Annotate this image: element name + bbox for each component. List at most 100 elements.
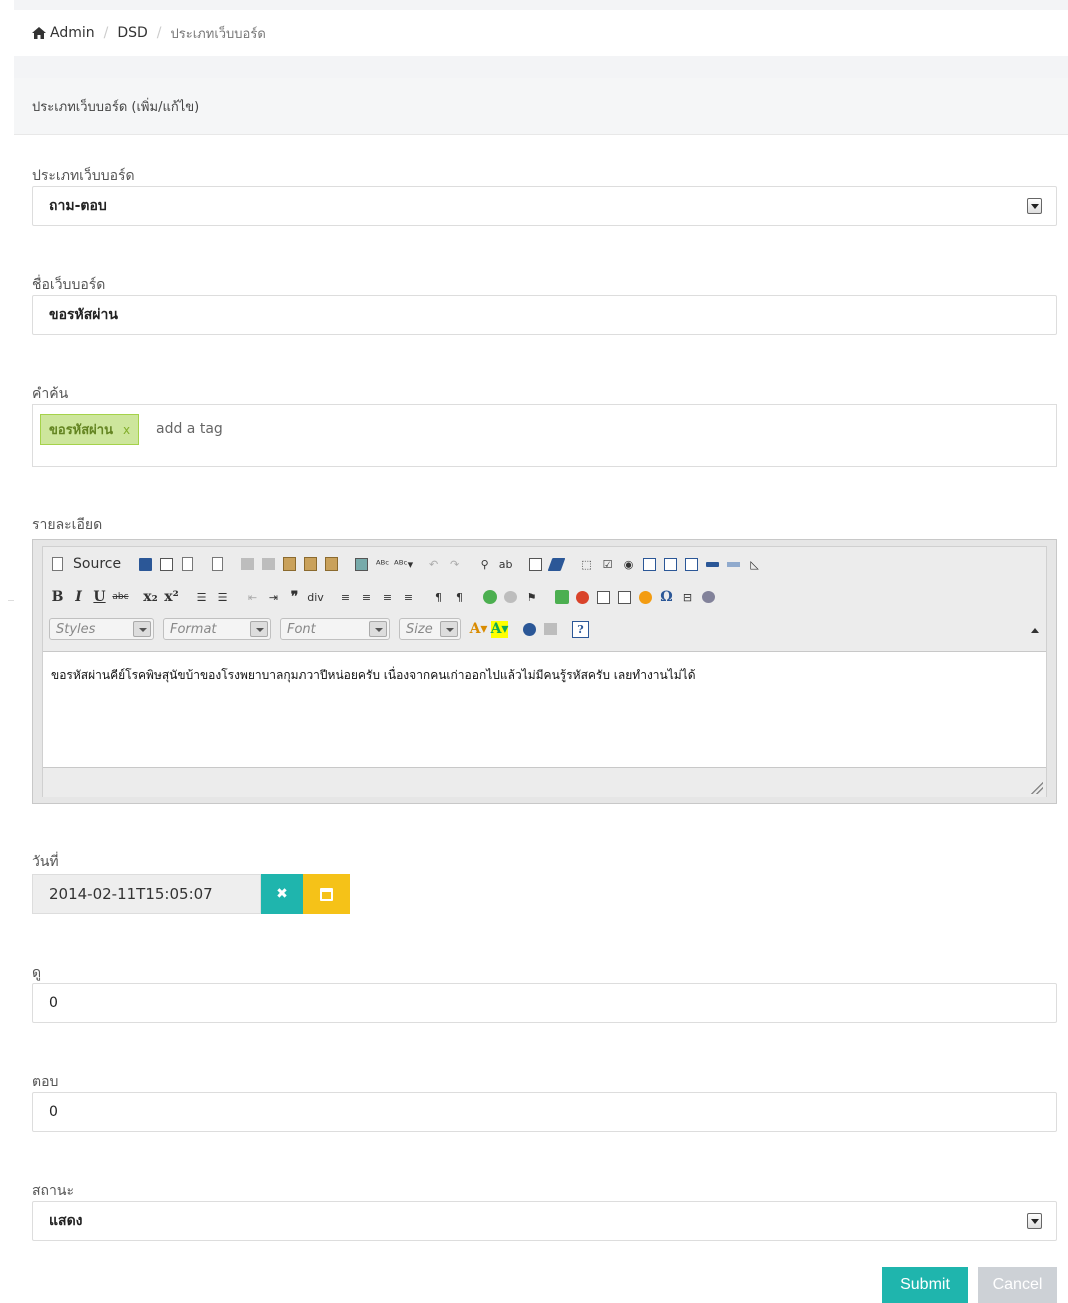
- strikethrough-icon[interactable]: abc: [112, 589, 129, 606]
- select-all-icon[interactable]: [527, 556, 544, 573]
- maximize-icon[interactable]: [521, 621, 538, 638]
- breadcrumb-separator: /: [103, 25, 109, 41]
- ltr-icon[interactable]: ¶: [430, 589, 447, 606]
- date-input[interactable]: 2014-02-11T15:05:07: [32, 874, 261, 914]
- calendar-button[interactable]: [303, 874, 350, 914]
- paste-text-icon[interactable]: [302, 556, 319, 573]
- select-field-icon[interactable]: [683, 556, 700, 573]
- horizontal-rule-icon[interactable]: [616, 589, 633, 606]
- detail-label: รายละเอียด: [32, 517, 103, 533]
- image-button-icon[interactable]: [725, 556, 742, 573]
- image-icon[interactable]: [553, 589, 570, 606]
- scayt-icon[interactable]: ᴬᴮᶜ▾: [394, 556, 413, 573]
- flash-icon[interactable]: [574, 589, 591, 606]
- replies-input[interactable]: 0: [32, 1092, 1057, 1132]
- status-select[interactable]: แสดง: [32, 1201, 1057, 1241]
- iframe-icon[interactable]: [700, 589, 717, 606]
- source-button[interactable]: Source: [70, 556, 124, 573]
- preview-icon[interactable]: [179, 556, 196, 573]
- templates-icon[interactable]: [209, 556, 226, 573]
- subscript-icon[interactable]: x₂: [142, 589, 159, 606]
- views-label: ดู: [32, 965, 42, 981]
- div-icon[interactable]: div: [307, 589, 324, 606]
- outdent-icon[interactable]: ⇤: [244, 589, 261, 606]
- editor-content[interactable]: ขอรหัสผ่านคีย์โรคพิษสุนัขบ้าของโรงพยาบาล…: [43, 651, 1046, 768]
- source-icon[interactable]: [49, 556, 66, 573]
- keywords-tag-input[interactable]: ขอรหัสผ่าน x add a tag: [32, 404, 1057, 467]
- print-icon[interactable]: [353, 556, 370, 573]
- breadcrumb-dsd[interactable]: DSD: [117, 25, 147, 41]
- link-icon[interactable]: [481, 589, 498, 606]
- unlink-icon[interactable]: [502, 589, 519, 606]
- help-icon[interactable]: ?: [572, 620, 589, 638]
- table-icon[interactable]: [595, 589, 612, 606]
- text-color-icon[interactable]: A▾: [470, 621, 488, 638]
- breadcrumb-admin[interactable]: Admin: [50, 25, 95, 41]
- cancel-button[interactable]: Cancel: [978, 1267, 1057, 1303]
- find-icon[interactable]: ⚲: [476, 556, 493, 573]
- rtl-icon[interactable]: ¶: [451, 589, 468, 606]
- styles-combo-label: Styles: [56, 621, 96, 637]
- smiley-icon[interactable]: [637, 589, 654, 606]
- add-tag-placeholder[interactable]: add a tag: [156, 421, 223, 437]
- bold-icon[interactable]: B: [49, 589, 66, 606]
- views-input[interactable]: 0: [32, 983, 1057, 1023]
- size-combo[interactable]: Size: [399, 618, 461, 640]
- indent-icon[interactable]: ⇥: [265, 589, 282, 606]
- align-left-icon[interactable]: ≡: [337, 589, 354, 606]
- board-name-input[interactable]: ขอรหัสผ่าน: [32, 295, 1057, 335]
- submit-button[interactable]: Submit: [882, 1267, 968, 1303]
- textfield-icon[interactable]: [641, 556, 658, 573]
- redo-icon[interactable]: ↷: [446, 556, 463, 573]
- font-combo-label: Font: [287, 621, 316, 637]
- bulleted-list-icon[interactable]: ☰: [214, 589, 231, 606]
- bg-color-icon[interactable]: A▾: [491, 620, 508, 638]
- superscript-icon[interactable]: x²: [163, 589, 180, 606]
- new-page-icon[interactable]: [158, 556, 175, 573]
- page-break-icon[interactable]: ⊟: [679, 589, 696, 606]
- blockquote-icon[interactable]: ❞: [286, 589, 303, 606]
- clear-date-button[interactable]: ✖: [261, 874, 303, 914]
- board-name-value: ขอรหัสผ่าน: [49, 307, 118, 323]
- styles-combo[interactable]: Styles: [49, 618, 154, 640]
- toolbar-row-1: Source ᴬᴮᶜ ᴬᴮᶜ▾ ↶ ↷ ⚲ ab ⬚ ☑ ◉ ◺: [49, 552, 773, 576]
- font-combo[interactable]: Font: [280, 618, 390, 640]
- board-name-label: ชื่อเว็บบอร์ด: [32, 277, 106, 293]
- chevron-down-icon[interactable]: [1027, 198, 1042, 214]
- paste-icon[interactable]: [281, 556, 298, 573]
- italic-icon[interactable]: I: [70, 589, 87, 606]
- keyword-tag-text: ขอรหัสผ่าน: [49, 423, 113, 438]
- breadcrumb-separator: /: [156, 25, 162, 41]
- paste-word-icon[interactable]: [323, 556, 340, 573]
- align-right-icon[interactable]: ≡: [379, 589, 396, 606]
- copy-icon[interactable]: [260, 556, 277, 573]
- button-field-icon[interactable]: [704, 556, 721, 573]
- spellcheck-icon[interactable]: ᴬᴮᶜ: [374, 556, 391, 573]
- form-panel: ประเภทเว็บบอร์ด (เพิ่ม/แก้ไข) ประเภทเว็บ…: [14, 78, 1068, 1303]
- remove-format-icon[interactable]: [547, 556, 566, 573]
- anchor-icon[interactable]: ⚑: [523, 589, 540, 606]
- undo-icon[interactable]: ↶: [425, 556, 442, 573]
- replace-icon[interactable]: ab: [497, 556, 514, 573]
- align-center-icon[interactable]: ≡: [358, 589, 375, 606]
- justify-icon[interactable]: ≡: [400, 589, 417, 606]
- format-combo[interactable]: Format: [163, 618, 271, 640]
- numbered-list-icon[interactable]: ☰: [193, 589, 210, 606]
- checkbox-icon[interactable]: ☑: [599, 556, 616, 573]
- radio-icon[interactable]: ◉: [620, 556, 637, 573]
- show-blocks-icon[interactable]: [542, 621, 559, 638]
- toolbar-row-3: Styles Format Font Size A▾ A▾ ?: [49, 617, 599, 641]
- toolbar-collapse-icon[interactable]: [1030, 625, 1040, 635]
- underline-icon[interactable]: U: [91, 589, 108, 606]
- board-type-select[interactable]: ถาม-ตอบ: [32, 186, 1057, 226]
- special-char-icon[interactable]: Ω: [658, 589, 675, 606]
- form-icon[interactable]: ⬚: [578, 556, 595, 573]
- textarea-icon[interactable]: [662, 556, 679, 573]
- cut-icon[interactable]: [239, 556, 256, 573]
- chevron-down-icon[interactable]: [1027, 1213, 1042, 1229]
- hidden-field-icon[interactable]: ◺: [746, 556, 763, 573]
- home-icon: [32, 27, 46, 39]
- tag-remove-icon[interactable]: x: [123, 423, 130, 437]
- resize-handle-icon[interactable]: [1031, 782, 1043, 794]
- save-icon[interactable]: [137, 556, 154, 573]
